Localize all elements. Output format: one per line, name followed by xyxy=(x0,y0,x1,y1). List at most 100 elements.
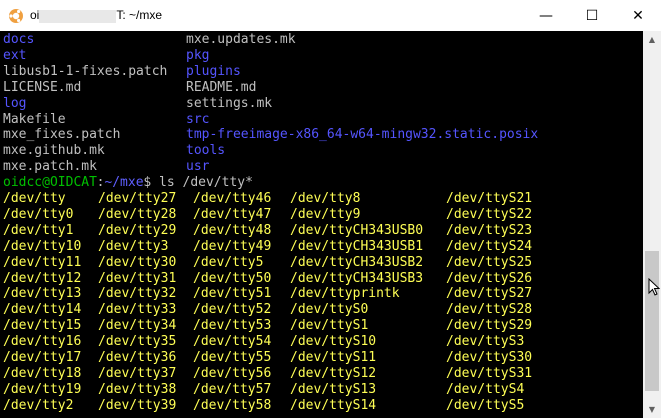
tty-device: /dev/tty57 xyxy=(193,381,272,397)
window-title-suffix: T: ~/mxe xyxy=(116,8,163,22)
listing-entry: pkg xyxy=(186,47,210,63)
listing-entry: mxe.patch.mk xyxy=(3,159,97,175)
tty-device: /dev/tty3 xyxy=(98,238,169,254)
tty-device: /dev/ttyS4 xyxy=(446,381,525,397)
tty-device: /dev/tty54 xyxy=(193,334,272,350)
tty-device: /dev/tty56 xyxy=(193,365,272,381)
tty-device: /dev/ttyS28 xyxy=(446,302,533,318)
tty-device: /dev/tty11 xyxy=(3,254,82,270)
close-icon: ✕ xyxy=(632,7,644,24)
tty-device: /dev/tty38 xyxy=(98,381,177,397)
tty-device: /dev/ttyS29 xyxy=(446,318,533,334)
tty-device: /dev/ttyS14 xyxy=(290,397,377,413)
tty-device: /dev/tty30 xyxy=(98,254,177,270)
tty-device: /dev/tty8 xyxy=(290,191,361,206)
tty-device: /dev/tty18 xyxy=(3,365,82,381)
tty-device: /dev/tty9 xyxy=(290,206,361,222)
tty-device: /dev/tty1 xyxy=(3,222,74,238)
terminal-output[interactable]: docs mxe.updates.mk ext pkg libusb1-1-fixes.… xyxy=(0,31,643,418)
tty-device: /dev/tty55 xyxy=(193,350,272,365)
window-title-prefix: oi xyxy=(30,8,40,22)
title-bar[interactable]: oi T: ~/mxe — ☐ ✕ xyxy=(0,0,661,31)
prompt-separator: : xyxy=(96,175,105,191)
tty-device: /dev/ttyS5 xyxy=(446,397,525,413)
listing-entry: src xyxy=(186,111,210,127)
tty-device: /dev/tty15 xyxy=(3,318,82,334)
listing-entry: tools xyxy=(186,143,226,159)
maximize-icon: ☐ xyxy=(585,7,599,24)
minimize-icon: — xyxy=(539,7,553,24)
tty-device: /dev/ttyS0 xyxy=(290,302,369,318)
listing-entry: mxe.updates.mk xyxy=(186,32,296,47)
tty-device: /dev/tty10 xyxy=(3,238,82,254)
tty-device: /dev/tty39 xyxy=(98,397,177,413)
tty-device: /dev/ttyS3 xyxy=(446,334,525,350)
tty-device: /dev/tty32 xyxy=(98,286,177,302)
tty-device: /dev/ttyS27 xyxy=(446,286,533,302)
listing-entry: settings.mk xyxy=(186,95,273,111)
tty-device: /dev/tty47 xyxy=(193,206,272,222)
tty-device: /dev/tty49 xyxy=(193,238,272,254)
prompt-command: ls /dev/tty* xyxy=(151,175,253,191)
tty-device: /dev/tty51 xyxy=(193,286,272,302)
listing-entry: Makefile xyxy=(3,111,66,127)
tty-device: /dev/tty31 xyxy=(98,270,177,286)
listing-entry: plugins xyxy=(186,63,241,79)
window-title: oi T: ~/mxe xyxy=(30,8,162,23)
tty-device: /dev/ttyS12 xyxy=(290,365,377,381)
tty-device: /dev/tty28 xyxy=(98,206,177,222)
tty-device: /dev/tty37 xyxy=(98,365,177,381)
tty-device: /dev/tty53 xyxy=(193,318,272,334)
tty-device: /dev/ttyCH343USB3 xyxy=(290,270,424,286)
tty-device: /dev/ttyCH343USB2 xyxy=(290,254,424,270)
listing-entry: libusb1-1-fixes.patch xyxy=(3,63,168,79)
listing-entry: README.md xyxy=(186,79,257,95)
tty-device: /dev/tty33 xyxy=(98,302,177,318)
tty-device: /dev/tty35 xyxy=(98,334,177,350)
tty-device: /dev/tty52 xyxy=(193,302,272,318)
tty-device: /dev/tty46 xyxy=(193,191,272,206)
listing-entry: tmp-freeimage-x86_64-w64-mingw32.static.… xyxy=(186,127,539,143)
tty-device: /dev/tty16 xyxy=(3,334,82,350)
minimize-button[interactable]: — xyxy=(523,0,569,31)
tty-device: /dev/tty13 xyxy=(3,286,82,302)
close-button[interactable]: ✕ xyxy=(615,0,661,31)
listing-entry: LICENSE.md xyxy=(3,79,82,95)
redacted-hostname xyxy=(39,10,117,23)
tty-device: /dev/tty14 xyxy=(3,302,82,318)
listing-entry: mxe_fixes.patch xyxy=(3,127,121,143)
listing-entry: mxe.github.mk xyxy=(3,143,105,159)
tty-device: /dev/tty0 xyxy=(3,206,74,222)
tty-device: /dev/ttyS11 xyxy=(290,350,377,365)
tty-device: /dev/ttyS21 xyxy=(446,191,533,206)
tty-device: /dev/ttyCH343USB0 xyxy=(290,222,424,238)
scroll-down-icon[interactable]: ▼ xyxy=(643,401,661,418)
scroll-up-icon[interactable]: ▲ xyxy=(643,31,661,48)
listing-entry: usr xyxy=(186,159,210,175)
tty-device: /dev/tty17 xyxy=(3,350,82,365)
tty-device: /dev/tty2 xyxy=(3,397,74,413)
mouse-cursor-icon xyxy=(648,278,660,296)
tty-device: /dev/tty58 xyxy=(193,397,272,413)
prompt-path: ~/mxe xyxy=(104,175,144,191)
tty-device: /dev/tty12 xyxy=(3,270,82,286)
tty-device: /dev/tty48 xyxy=(193,222,272,238)
listing-entry: ext xyxy=(3,47,27,63)
tty-device: /dev/ttyCH343USB1 xyxy=(290,238,424,254)
maximize-button[interactable]: ☐ xyxy=(569,0,615,31)
tty-device: /dev/ttyS25 xyxy=(446,254,533,270)
tty-device: /dev/tty5 xyxy=(193,254,264,270)
tty-device: /dev/ttyS13 xyxy=(290,381,377,397)
tty-device: /dev/ttyS31 xyxy=(446,365,533,381)
vertical-scrollbar[interactable]: ▲ ▼ xyxy=(643,31,661,418)
prompt-symbol: $ xyxy=(143,175,152,191)
tty-device: /dev/ttyprintk xyxy=(290,286,400,302)
prompt-user-host: oidcc@OIDCAT xyxy=(3,175,97,191)
tty-device: /dev/ttyS30 xyxy=(446,350,533,365)
listing-entry: log xyxy=(3,95,27,111)
tty-device: /dev/tty27 xyxy=(98,191,177,206)
tty-device: /dev/tty34 xyxy=(98,318,177,334)
scrollbar-thumb[interactable] xyxy=(645,251,659,391)
tty-device: /dev/ttyS10 xyxy=(290,334,377,350)
tty-device: /dev/ttyS22 xyxy=(446,206,533,222)
